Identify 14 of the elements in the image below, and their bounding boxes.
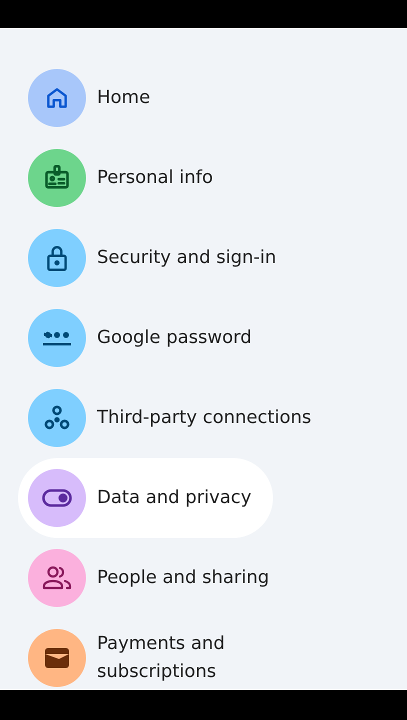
lock-icon — [44, 244, 70, 272]
people-icon — [42, 565, 72, 591]
menu-item[interactable]: Google password — [18, 298, 274, 378]
connections-icon — [43, 404, 71, 432]
wallet-icon — [43, 646, 71, 670]
home-icon — [44, 85, 70, 111]
menu-item[interactable]: Payments and subscriptions — [18, 618, 269, 690]
menu-item[interactable]: Third-party connections — [18, 378, 334, 458]
menu-item[interactable]: Personal info — [18, 138, 235, 218]
menu-item[interactable]: Home — [18, 58, 172, 138]
menu-item[interactable]: People and sharing — [18, 538, 292, 618]
toggle-icon — [42, 489, 72, 507]
menu-item[interactable]: Security and sign-in — [18, 218, 298, 298]
menu-item[interactable]: Data and privacy — [18, 458, 274, 538]
